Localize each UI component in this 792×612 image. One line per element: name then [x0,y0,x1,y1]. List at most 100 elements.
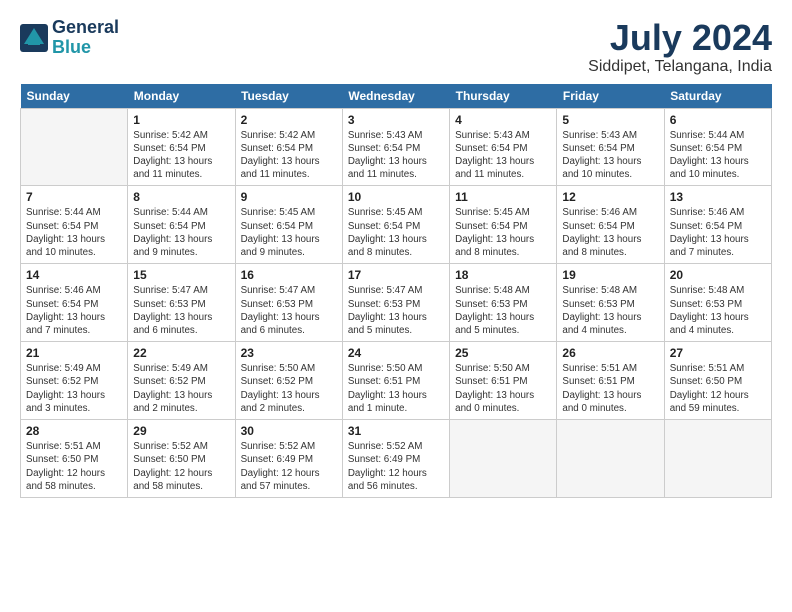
day-info: Sunrise: 5:45 AMSunset: 6:54 PMDaylight:… [348,206,444,259]
day-number: 18 [455,268,551,282]
day-cell: 16Sunrise: 5:47 AMSunset: 6:53 PMDayligh… [235,264,342,342]
weekday-header-friday: Friday [557,84,664,109]
day-number: 23 [241,346,337,360]
day-info: Sunrise: 5:49 AMSunset: 6:52 PMDaylight:… [133,362,229,415]
calendar-table: SundayMondayTuesdayWednesdayThursdayFrid… [20,84,772,498]
weekday-header-tuesday: Tuesday [235,84,342,109]
day-cell: 19 Sunrise: 5:48 AMSunset: 6:53 PMDayligh… [557,264,664,342]
day-number: 6 [670,113,766,127]
day-cell: 14Sunrise: 5:46 AMSunset: 6:54 PMDayligh… [21,264,128,342]
weekday-header-sunday: Sunday [21,84,128,109]
day-number: 11 [455,190,551,204]
day-cell [664,420,771,498]
day-info: Sunrise: 5:46 AMSunset: 6:54 PMDaylight:… [26,284,122,337]
day-cell: 29 Sunrise: 5:52 AMSunset: 6:50 PMDayligh… [128,420,235,498]
day-cell: 28 Sunrise: 5:51 AMSunset: 6:50 PMDayligh… [21,420,128,498]
day-info: Sunrise: 5:48 AMSunset: 6:53 PMDaylight:… [455,284,551,337]
day-number: 7 [26,190,122,204]
weekday-header-wednesday: Wednesday [342,84,449,109]
weekday-header-saturday: Saturday [664,84,771,109]
day-info: Sunrise: 5:51 AMSunset: 6:50 PMDaylight:… [26,440,122,493]
day-cell: 17 Sunrise: 5:47 AMSunset: 6:53 PMDayligh… [342,264,449,342]
day-number: 22 [133,346,229,360]
day-cell: 12Sunrise: 5:46 AMSunset: 6:54 PMDayligh… [557,186,664,264]
day-info: Sunrise: 5:47 AMSunset: 6:53 PMDaylight:… [133,284,229,337]
day-cell: 26 Sunrise: 5:51 AMSunset: 6:51 PMDayligh… [557,342,664,420]
day-info: Sunrise: 5:50 AMSunset: 6:51 PMDaylight:… [455,362,551,415]
day-info: Sunrise: 5:46 AMSunset: 6:54 PMDaylight:… [562,206,658,259]
day-number: 26 [562,346,658,360]
day-number: 4 [455,113,551,127]
day-info: Sunrise: 5:48 AMSunset: 6:53 PMDaylight:… [562,284,658,337]
day-info: Sunrise: 5:43 AMSunset: 6:54 PMDaylight:… [562,129,658,182]
day-number: 17 [348,268,444,282]
week-row-5: 28 Sunrise: 5:51 AMSunset: 6:50 PMDayligh… [21,420,772,498]
day-cell: 10Sunrise: 5:45 AMSunset: 6:54 PMDayligh… [342,186,449,264]
day-info: Sunrise: 5:44 AMSunset: 6:54 PMDaylight:… [670,129,766,182]
day-info: Sunrise: 5:46 AMSunset: 6:54 PMDaylight:… [670,206,766,259]
day-info: Sunrise: 5:52 AMSunset: 6:50 PMDaylight:… [133,440,229,493]
logo-text: General Blue [52,18,119,58]
weekday-header-monday: Monday [128,84,235,109]
day-info: Sunrise: 5:50 AMSunset: 6:51 PMDaylight:… [348,362,444,415]
day-number: 2 [241,113,337,127]
day-cell: 20Sunrise: 5:48 AMSunset: 6:53 PMDayligh… [664,264,771,342]
day-number: 24 [348,346,444,360]
day-info: Sunrise: 5:44 AMSunset: 6:54 PMDaylight:… [26,206,122,259]
day-cell: 7 Sunrise: 5:44 AMSunset: 6:54 PMDaylight… [21,186,128,264]
day-cell: 4 Sunrise: 5:43 AMSunset: 6:54 PMDaylight… [450,108,557,186]
week-row-2: 7 Sunrise: 5:44 AMSunset: 6:54 PMDaylight… [21,186,772,264]
day-number: 30 [241,424,337,438]
day-cell: 15 Sunrise: 5:47 AMSunset: 6:53 PMDayligh… [128,264,235,342]
day-cell: 1Sunrise: 5:42 AMSunset: 6:54 PMDaylight… [128,108,235,186]
day-cell: 30 Sunrise: 5:52 AMSunset: 6:49 PMDayligh… [235,420,342,498]
day-info: Sunrise: 5:51 AMSunset: 6:51 PMDaylight:… [562,362,658,415]
day-number: 8 [133,190,229,204]
day-cell: 9Sunrise: 5:45 AMSunset: 6:54 PMDaylight… [235,186,342,264]
day-cell: 3 Sunrise: 5:43 AMSunset: 6:54 PMDaylight… [342,108,449,186]
day-number: 19 [562,268,658,282]
day-cell: 31Sunrise: 5:52 AMSunset: 6:49 PMDayligh… [342,420,449,498]
header: General Blue July 2024 Siddipet, Telanga… [20,18,772,76]
logo: General Blue [20,18,119,58]
day-number: 3 [348,113,444,127]
calendar-body: 1Sunrise: 5:42 AMSunset: 6:54 PMDaylight… [21,108,772,497]
day-cell: 25 Sunrise: 5:50 AMSunset: 6:51 PMDayligh… [450,342,557,420]
day-cell: 11 Sunrise: 5:45 AMSunset: 6:54 PMDayligh… [450,186,557,264]
day-number: 15 [133,268,229,282]
day-number: 13 [670,190,766,204]
day-cell: 18 Sunrise: 5:48 AMSunset: 6:53 PMDayligh… [450,264,557,342]
week-row-4: 21Sunrise: 5:49 AMSunset: 6:52 PMDayligh… [21,342,772,420]
day-cell: 22 Sunrise: 5:49 AMSunset: 6:52 PMDayligh… [128,342,235,420]
day-cell [557,420,664,498]
day-info: Sunrise: 5:42 AMSunset: 6:54 PMDaylight:… [133,129,229,182]
day-info: Sunrise: 5:43 AMSunset: 6:54 PMDaylight:… [455,129,551,182]
day-number: 25 [455,346,551,360]
day-number: 31 [348,424,444,438]
day-info: Sunrise: 5:47 AMSunset: 6:53 PMDaylight:… [348,284,444,337]
day-number: 28 [26,424,122,438]
day-cell: 23 Sunrise: 5:50 AMSunset: 6:52 PMDayligh… [235,342,342,420]
logo-line1: General [52,18,119,38]
day-info: Sunrise: 5:44 AMSunset: 6:54 PMDaylight:… [133,206,229,259]
day-cell [450,420,557,498]
day-number: 5 [562,113,658,127]
weekday-header-row: SundayMondayTuesdayWednesdayThursdayFrid… [21,84,772,109]
day-info: Sunrise: 5:45 AMSunset: 6:54 PMDaylight:… [241,206,337,259]
day-cell: 2Sunrise: 5:42 AMSunset: 6:54 PMDaylight… [235,108,342,186]
day-info: Sunrise: 5:45 AMSunset: 6:54 PMDaylight:… [455,206,551,259]
day-number: 27 [670,346,766,360]
weekday-header-thursday: Thursday [450,84,557,109]
day-cell: 5 Sunrise: 5:43 AMSunset: 6:54 PMDaylight… [557,108,664,186]
day-cell: 8 Sunrise: 5:44 AMSunset: 6:54 PMDaylight… [128,186,235,264]
location: Siddipet, Telangana, India [588,58,772,76]
logo-line2: Blue [52,37,91,57]
day-cell: 13 Sunrise: 5:46 AMSunset: 6:54 PMDayligh… [664,186,771,264]
day-info: Sunrise: 5:52 AMSunset: 6:49 PMDaylight:… [241,440,337,493]
day-info: Sunrise: 5:50 AMSunset: 6:52 PMDaylight:… [241,362,337,415]
day-info: Sunrise: 5:43 AMSunset: 6:54 PMDaylight:… [348,129,444,182]
day-number: 29 [133,424,229,438]
month-year: July 2024 [588,18,772,58]
day-cell: 21Sunrise: 5:49 AMSunset: 6:52 PMDayligh… [21,342,128,420]
day-info: Sunrise: 5:47 AMSunset: 6:53 PMDaylight:… [241,284,337,337]
